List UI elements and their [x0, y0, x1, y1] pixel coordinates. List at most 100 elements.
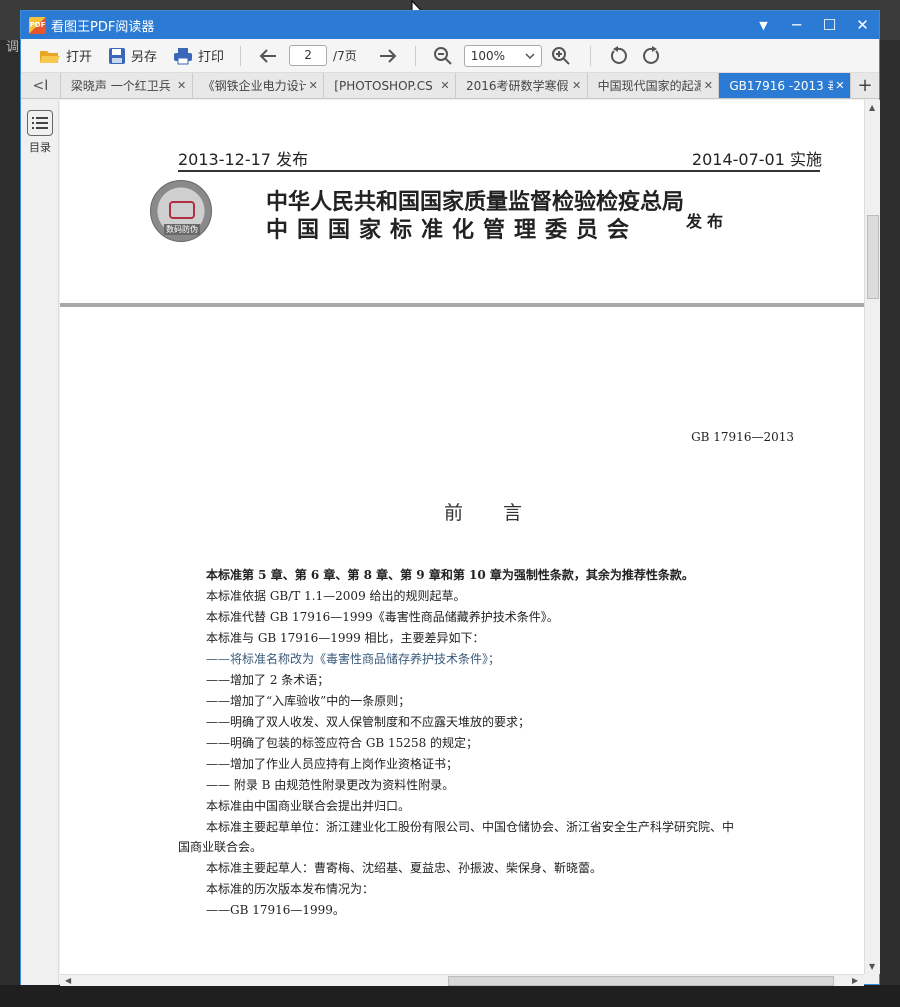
toolbar-separator: [414, 45, 416, 66]
horizontal-scroll-thumb[interactable]: [448, 976, 834, 986]
document-viewer[interactable]: 2013-12-17 发布 2014-07-01 实施 数码防伪 中华人民共和国…: [60, 100, 864, 974]
body-line: ——明确了双人收发、双人保管制度和不应露天堆放的要求；: [206, 715, 531, 729]
previous-page-button[interactable]: [255, 43, 281, 69]
minimize-button[interactable]: ─: [780, 11, 813, 39]
print-label: 打印: [198, 50, 225, 65]
body-line: 本标准依据 GB/T 1.1—2009 给出的规则起草。: [206, 589, 466, 603]
document-tab[interactable]: 中国现代国家的起源 ✕: [588, 73, 720, 98]
scroll-left-icon[interactable]: ◀: [65, 976, 71, 985]
tab-label: [PHOTOSHOP.CS: [334, 78, 433, 93]
pdf-reader-window: PDF 看图王PDF阅读器 ▼ ─ ☐ ✕ 打开 另存 打印 2 /7页 100…: [20, 10, 880, 986]
body-line: 本标准代替 GB 17916—1999《毒害性商品储藏养护技术条件》。: [206, 610, 559, 624]
seal-emblem-icon: [169, 201, 195, 219]
print-button[interactable]: 打印: [173, 46, 224, 65]
tab-label: 梁晓声 一个红卫兵: [70, 79, 171, 93]
arrow-right-icon: [379, 48, 397, 63]
toolbar: 打开 另存 打印 2 /7页 100%: [21, 39, 879, 73]
body-line: 本标准由中国商业联合会提出并归口。: [206, 799, 411, 813]
zoom-out-button[interactable]: [430, 43, 456, 69]
tab-close-icon[interactable]: ✕: [175, 79, 189, 92]
zoom-in-icon: [551, 46, 570, 65]
save-as-label: 另存: [131, 50, 158, 65]
body-line: 本标准主要起草单位：浙江建业化工股份有限公司、中国仓储协会、浙江省安全生产科学研…: [206, 820, 735, 834]
body-line: ——增加了“入库验收”中的一条原则；: [206, 694, 411, 708]
tab-close-icon[interactable]: ✕: [570, 79, 584, 92]
window-title: 看图王PDF阅读器: [51, 19, 155, 35]
chevron-down-icon: [525, 52, 535, 59]
document-tab-active[interactable]: GB17916 -2013 毒 ✕: [719, 73, 852, 98]
vertical-scrollbar[interactable]: ▲ ▼: [864, 100, 880, 974]
toc-button[interactable]: 目录: [26, 110, 54, 155]
next-page-button[interactable]: [375, 43, 401, 69]
scroll-down-icon[interactable]: ▼: [869, 962, 875, 971]
tab-close-icon[interactable]: ✕: [306, 79, 320, 92]
rotate-right-button[interactable]: [639, 43, 665, 69]
folder-icon: [39, 47, 61, 65]
list-icon: [27, 110, 53, 136]
save-as-button[interactable]: 另存: [108, 46, 157, 65]
rotate-left-button[interactable]: [605, 43, 631, 69]
document-tab[interactable]: 《钢铁企业电力设计 ✕: [193, 73, 325, 98]
app-logo-icon: PDF: [29, 16, 46, 34]
anti-counterfeit-seal: 数码防伪: [150, 180, 212, 242]
tab-close-icon[interactable]: ✕: [833, 79, 847, 92]
body-line: ——将标准名称改为《毒害性商品储存养护技术条件》；: [206, 652, 501, 666]
page-total-label: /7页: [333, 49, 357, 63]
page-number-input[interactable]: 2: [289, 45, 328, 66]
body-line: ——增加了 2 条术语；: [206, 673, 330, 687]
issuing-org-line2: 中国国家标准化管理委员会: [266, 217, 639, 243]
side-panel: 目录: [21, 100, 59, 985]
zoom-out-icon: [433, 46, 452, 65]
add-tab-button[interactable]: +: [851, 73, 879, 98]
publish-date: 2013-12-17 发布: [178, 150, 309, 169]
rotate-left-icon: [610, 45, 627, 64]
printer-icon: [173, 47, 193, 65]
tab-scroll-left-button[interactable]: <I: [21, 73, 61, 98]
body-line: ——GB 17916—1999。: [206, 903, 345, 917]
page-separator: [60, 303, 864, 307]
tab-label: 2016考研数学寒假: [465, 79, 569, 93]
background-taskbar: [0, 985, 900, 1007]
toc-label: 目录: [29, 141, 51, 154]
zoom-in-button[interactable]: [548, 43, 574, 69]
tab-label: 《钢铁企业电力设计: [202, 79, 307, 93]
title-bar[interactable]: PDF 看图王PDF阅读器 ▼ ─ ☐ ✕: [21, 11, 879, 39]
rotate-right-icon: [642, 45, 659, 64]
seal-label: 数码防伪: [164, 224, 200, 235]
background-window-glyph: 调: [6, 40, 20, 55]
horizontal-scrollbar[interactable]: ◀ ▶: [60, 974, 864, 986]
tab-close-icon[interactable]: ✕: [438, 79, 452, 92]
body-line: 本标准主要起草人：曹寄梅、沈绍基、夏益忠、孙振波、柴保身、靳晓蕾。: [206, 861, 603, 875]
arrow-left-icon: [259, 48, 277, 63]
scroll-right-icon[interactable]: ▶: [852, 976, 858, 985]
toolbar-separator: [240, 45, 242, 66]
tab-label: GB17916 -2013 毒: [729, 79, 834, 93]
menu-dropdown-button[interactable]: ▼: [747, 11, 780, 39]
document-tab-bar: <I 梁晓声 一个红卫兵 ✕ 《钢铁企业电力设计 ✕ [PHOTOSHOP.CS…: [21, 73, 879, 99]
document-tab[interactable]: 2016考研数学寒假 ✕: [456, 73, 588, 98]
body-line: ——明确了包装的标签应符合 GB 15258 的规定；: [206, 736, 479, 750]
body-line: 本标准的历次版本发布情况为：: [206, 882, 375, 896]
zoom-select[interactable]: 100%: [463, 44, 542, 67]
body-line: —— 附录 B 由规范性附录更改为资料性附录。: [206, 778, 455, 792]
open-button[interactable]: 打开: [39, 46, 92, 65]
implement-date: 2014-07-01 实施: [691, 150, 822, 169]
save-icon: [108, 47, 126, 65]
maximize-button[interactable]: ☐: [813, 11, 846, 39]
header-rule: [178, 170, 820, 172]
body-line: ——增加了作业人员应持有上岗作业资格证书；: [206, 757, 459, 771]
tab-close-icon[interactable]: ✕: [701, 79, 715, 92]
body-line: 国商业联合会。: [178, 840, 263, 854]
tab-label: 中国现代国家的起源: [597, 79, 702, 93]
close-button[interactable]: ✕: [846, 11, 879, 39]
open-label: 打开: [66, 50, 93, 65]
scroll-up-icon[interactable]: ▲: [869, 103, 875, 112]
body-line: 本标准与 GB 17916—1999 相比，主要差异如下：: [206, 631, 485, 645]
zoom-value: 100%: [470, 48, 506, 63]
document-tab[interactable]: [PHOTOSHOP.CS ✕: [324, 73, 456, 98]
standard-code: GB 17916—2013: [691, 430, 794, 444]
document-tab[interactable]: 梁晓声 一个红卫兵 ✕: [61, 73, 193, 98]
toolbar-separator: [589, 45, 591, 66]
issue-label: 发布: [686, 212, 729, 231]
vertical-scroll-thumb[interactable]: [867, 215, 879, 299]
